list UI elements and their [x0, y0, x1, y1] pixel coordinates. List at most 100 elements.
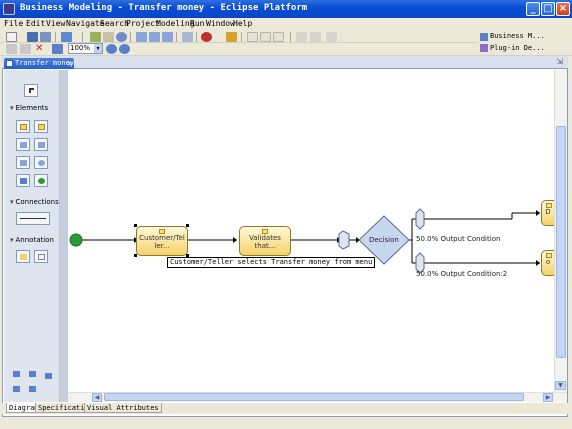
repository-tool[interactable] — [16, 174, 30, 187]
selection-handle[interactable] — [186, 224, 189, 227]
menu-search[interactable]: Search — [100, 19, 129, 28]
layout-icon-1[interactable] — [136, 32, 147, 42]
tab-transfer-money[interactable]: Transfer money ✕ — [4, 58, 74, 69]
menu-help[interactable]: Help — [233, 19, 252, 28]
task-label: ler... — [154, 242, 170, 250]
palette-section-annotation[interactable]: Annotation — [10, 236, 54, 244]
maximize-button[interactable]: □ — [541, 2, 555, 16]
zoom-value: 100% — [70, 44, 91, 52]
task-label: Customer/Tel — [139, 234, 185, 242]
zoom-out-icon[interactable] — [119, 44, 130, 54]
menu-file[interactable]: File — [4, 19, 23, 28]
subprocess-tool[interactable] — [34, 120, 48, 133]
chevron-down-icon: ▾ — [94, 44, 102, 53]
perspective-icon — [480, 33, 488, 41]
menu-edit[interactable]: Edit — [26, 19, 45, 28]
fork-tool[interactable] — [34, 138, 48, 151]
perspective-switcher: Business M... Plug-in De... — [478, 30, 572, 55]
arrange-icon[interactable] — [26, 383, 40, 396]
vertical-scroll-thumb[interactable] — [556, 126, 566, 358]
note-tool[interactable] — [16, 250, 30, 263]
perspective-plugin-dev[interactable]: Plug-in De... — [490, 44, 545, 52]
palette-section-elements[interactable]: Elements — [10, 104, 49, 112]
zoom-select[interactable]: 100% ▾ — [68, 43, 103, 54]
window-title: Business Modeling - Transfer money - Ecl… — [20, 3, 308, 13]
next-icon[interactable] — [326, 32, 337, 42]
delete-icon[interactable]: ✕ — [35, 44, 46, 54]
layout-icon-3[interactable] — [162, 32, 173, 42]
scroll-left-arrow[interactable]: ◀ — [92, 393, 102, 402]
output-gate-1 — [415, 208, 425, 230]
cut-icon[interactable] — [90, 32, 101, 42]
restore-icon[interactable]: ⇲ — [556, 57, 563, 66]
task-tool[interactable] — [16, 120, 30, 133]
horizontal-scroll-thumb[interactable] — [104, 393, 524, 401]
tool-icon[interactable] — [226, 32, 237, 42]
align-icon[interactable] — [10, 383, 24, 396]
selection-handle[interactable] — [134, 224, 137, 227]
eclipse-app-icon — [3, 3, 15, 15]
scroll-right-arrow[interactable]: ▶ — [543, 393, 553, 402]
join-tool[interactable] — [16, 156, 30, 169]
arrowhead — [233, 237, 237, 243]
arrowhead — [536, 260, 540, 266]
disabled-icon-2 — [260, 32, 271, 42]
redo-icon[interactable] — [20, 44, 31, 54]
connection-tool[interactable] — [16, 212, 50, 225]
copy-icon[interactable] — [103, 32, 114, 42]
undo-icon[interactable] — [6, 44, 17, 54]
zoom-in-icon[interactable] — [106, 44, 117, 54]
minimize-button[interactable]: _ — [526, 2, 540, 16]
menu-window[interactable]: Window — [206, 19, 235, 28]
palette-resize-handle[interactable] — [60, 70, 68, 402]
back-icon[interactable] — [296, 32, 307, 42]
scroll-down-arrow[interactable]: ▼ — [555, 381, 566, 390]
grid-icon[interactable] — [42, 370, 56, 383]
task-partial-bottom[interactable]: o — [541, 250, 554, 276]
document-icon[interactable] — [182, 32, 193, 42]
menu-project[interactable]: Project — [126, 19, 160, 28]
close-icon[interactable]: ✕ — [67, 58, 72, 69]
disabled-icon-3 — [273, 32, 284, 42]
print-icon[interactable] — [61, 32, 72, 42]
tab-visual-attributes[interactable]: Visual Attributes — [84, 403, 162, 413]
task-label: D — [545, 208, 551, 216]
menu-navigate[interactable]: Navigate — [66, 19, 105, 28]
save-all-icon[interactable] — [40, 32, 51, 42]
task-label: that... — [254, 242, 276, 250]
help-icon[interactable] — [116, 32, 127, 42]
diagram-canvas[interactable]: Customer/Tel ler... Validates that... De… — [68, 70, 554, 392]
new-icon[interactable] — [6, 32, 17, 42]
arrowhead — [536, 210, 540, 216]
merge-tool[interactable] — [16, 138, 30, 151]
output-condition-label-1: 50.0% Output Condition — [416, 235, 501, 243]
task-validates[interactable]: Validates that... — [239, 226, 291, 256]
menu-run[interactable]: Run — [190, 19, 204, 28]
menu-view[interactable]: View — [46, 19, 65, 28]
menu-modeling[interactable]: Modeling — [156, 19, 195, 28]
disabled-icon-1 — [247, 32, 258, 42]
close-button[interactable]: × — [556, 2, 570, 16]
run-icon[interactable] — [201, 32, 212, 42]
note-link-tool[interactable] — [34, 250, 48, 263]
editor-page-tabs: Diagram Specification Visual Attributes — [2, 403, 568, 414]
select-tool[interactable] — [24, 84, 38, 97]
task-label: o — [545, 258, 551, 266]
loop-tool[interactable] — [34, 156, 48, 169]
layout-h-icon[interactable] — [10, 368, 24, 381]
selection-handle[interactable] — [134, 254, 137, 257]
task-customer-teller[interactable]: Customer/Tel ler... — [136, 226, 188, 256]
layout-icon-2[interactable] — [149, 32, 160, 42]
save-icon[interactable] — [27, 32, 38, 42]
output-condition-label-2: 50.0% Output Condition:2 — [416, 270, 508, 278]
forward-icon[interactable] — [310, 32, 321, 42]
palette-section-connections[interactable]: Connections — [10, 198, 59, 206]
zoom-tool-icon[interactable] — [52, 44, 63, 54]
task-partial-top[interactable]: D — [541, 200, 554, 226]
start-node-tool[interactable] — [34, 174, 48, 187]
layout-v-icon[interactable] — [26, 368, 40, 381]
editor-tab-bar: ⇲ — [2, 56, 568, 69]
start-event — [69, 233, 83, 247]
tab-label: Transfer money — [15, 59, 75, 67]
perspective-business-modeling[interactable]: Business M... — [490, 32, 545, 40]
